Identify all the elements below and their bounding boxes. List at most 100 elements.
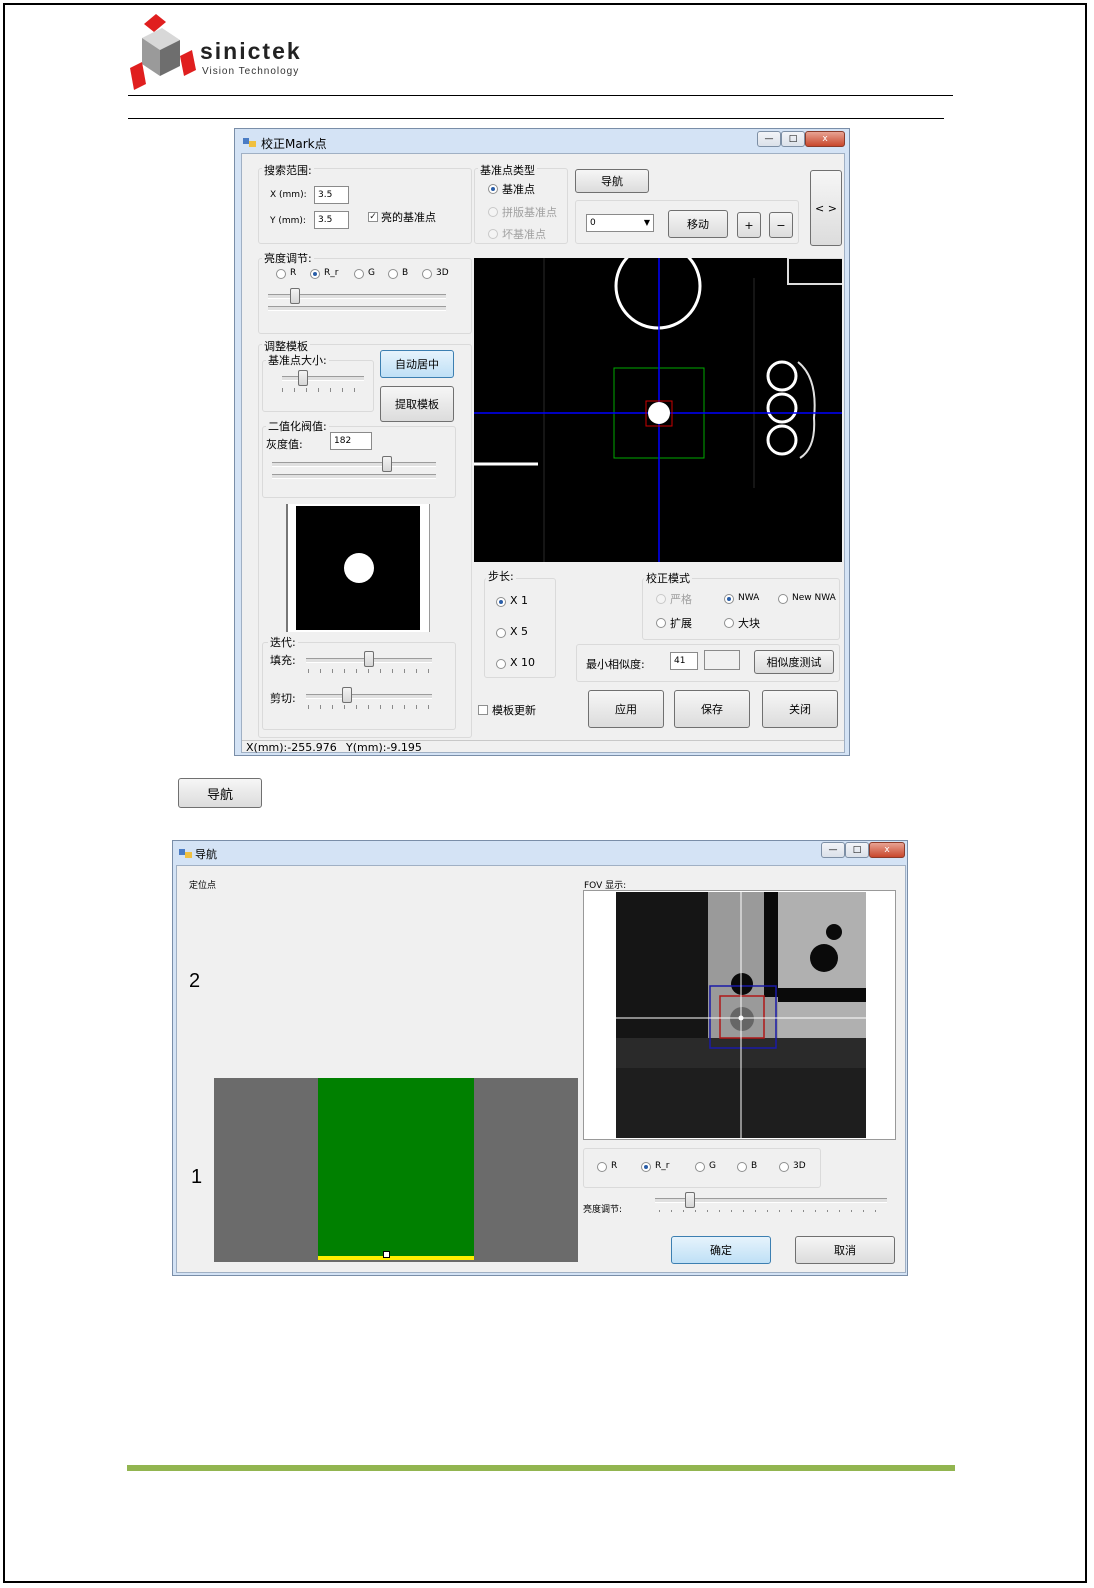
bright-fiducial-checkbox[interactable]: ✓ (368, 212, 378, 222)
calib-mode-radio-new-nwa[interactable] (778, 594, 788, 604)
board-map[interactable] (214, 1078, 578, 1262)
plus-button[interactable]: + (737, 212, 761, 238)
brightness-radio-3d[interactable] (422, 269, 432, 279)
fiducial-blob (344, 553, 374, 583)
fill-label: 填充: (270, 654, 296, 667)
fov-brightness-radio-3d[interactable] (779, 1162, 789, 1172)
brightness-radio-r[interactable] (276, 269, 286, 279)
gray-value-label: 灰度值: (266, 438, 303, 451)
marker-2: 2 (189, 970, 201, 992)
min-similarity-input[interactable]: 41 (670, 652, 698, 670)
minimize-button[interactable]: — (757, 131, 781, 147)
template-update-checkbox[interactable] (478, 705, 488, 715)
similarity-test-button[interactable]: 相似度测试 (754, 650, 834, 674)
brightness-radio-b[interactable] (388, 269, 398, 279)
bright-fiducial-label: 亮的基准点 (381, 211, 436, 224)
footer-rule (127, 1465, 955, 1471)
fiducial-size-slider-thumb[interactable] (298, 370, 308, 386)
fiducial-size-label: 基准点大小: (266, 352, 329, 368)
close-button[interactable]: 关闭 (762, 690, 838, 728)
apply-button[interactable]: 应用 (588, 690, 664, 728)
brightness-slider-thumb[interactable] (290, 288, 300, 304)
fiducial-type-radio-0[interactable] (488, 184, 498, 194)
extract-template-button[interactable]: 提取模板 (380, 386, 454, 422)
minimize-button[interactable]: — (821, 842, 845, 858)
ok-button[interactable]: 确定 (671, 1236, 771, 1264)
window-body: 定位点 2 1 FOV 显示: R R_r G B 3D 亮度调节: 确定 取消 (176, 865, 906, 1273)
brightness-radio-g[interactable] (354, 269, 364, 279)
status-x: X(mm):-255.976 (246, 741, 337, 754)
camera-view[interactable] (474, 258, 842, 562)
close-window-button[interactable]: x (805, 131, 845, 147)
calib-mode-radio-strict[interactable] (656, 594, 666, 604)
fov-brightness-radio-rr[interactable] (641, 1162, 651, 1172)
move-button[interactable]: 移动 (668, 210, 728, 238)
fov-brightness-option-rr: R_r (655, 1161, 670, 1171)
threshold-slider-track[interactable] (272, 462, 436, 467)
fov-brightness-radio-g[interactable] (695, 1162, 705, 1172)
brightness-option-r: R (290, 268, 297, 278)
fov-brightness-radio-r[interactable] (597, 1162, 607, 1172)
template-preview-frame (286, 504, 430, 632)
fiducial-size-slider-track[interactable] (282, 376, 364, 381)
maximize-button[interactable]: □ (845, 842, 869, 858)
window-body: 搜索范围: X (mm): 3.5 Y (mm): 3.5 ✓ 亮的基准点 基准… (241, 153, 845, 755)
nav-combo[interactable]: 0 ▼ (586, 214, 654, 232)
app-icon (243, 138, 256, 147)
x-range-input[interactable]: 3.5 (314, 186, 349, 204)
step-radio-x1[interactable] (496, 597, 506, 607)
expand-button[interactable]: < > (810, 170, 842, 246)
brightness-option-3d: 3D (436, 268, 449, 278)
fov-brightness-option-r: R (611, 1161, 618, 1171)
threshold-label: 二值化阀值: (266, 418, 329, 434)
calib-mode-radio-nwa[interactable] (724, 594, 734, 604)
fill-ticks (308, 669, 430, 673)
status-bar: X(mm):-255.976 Y(mm):-9.195 (242, 740, 844, 755)
fov-brightness-label: 亮度调节: (583, 1205, 623, 1215)
y-range-label: Y (mm): (270, 216, 306, 226)
maximize-button[interactable]: □ (781, 131, 805, 147)
threshold-slider-track-2 (272, 474, 436, 479)
calib-mode-label: 校正模式 (644, 570, 692, 586)
cut-slider-track[interactable] (306, 694, 432, 699)
fiducial-type-radio-2[interactable] (488, 229, 498, 239)
brightness-radio-rr[interactable] (310, 269, 320, 279)
fov-image (616, 892, 866, 1138)
step-radio-x5[interactable] (496, 628, 506, 638)
calib-mode-radio-large-block[interactable] (724, 618, 734, 628)
brightness-option-rr: R_r (324, 268, 339, 278)
gray-value-input[interactable]: 182 (330, 432, 372, 450)
fiducial-type-radio-1[interactable] (488, 207, 498, 217)
fiducial-type-option-0: 基准点 (502, 183, 535, 196)
cancel-button[interactable]: 取消 (795, 1236, 895, 1264)
fill-slider-thumb[interactable] (364, 651, 374, 667)
step-radio-x10[interactable] (496, 659, 506, 669)
y-range-input[interactable]: 3.5 (314, 211, 349, 229)
step-label: 步长: (486, 568, 516, 584)
brightness-option-b: B (402, 268, 409, 278)
navigation-window: 导航 — □ x 定位点 2 1 FOV 显示: R R_r G B 3D 亮度… (172, 840, 908, 1276)
logo-name: sinictek (200, 38, 302, 64)
camera-image (474, 258, 842, 562)
close-window-button[interactable]: x (869, 842, 905, 858)
navigate-caption-button[interactable]: 导航 (178, 778, 262, 808)
board-edge (318, 1256, 474, 1260)
minus-button[interactable]: − (769, 212, 793, 238)
board-area[interactable] (318, 1078, 474, 1258)
fov-brightness-radio-b[interactable] (737, 1162, 747, 1172)
fiducial-type-option-1: 拼版基准点 (502, 206, 557, 219)
iteration-label: 迭代: (268, 634, 298, 650)
nav-combo-value: 0 (590, 218, 596, 228)
step-option-x1: X 1 (510, 594, 529, 607)
calib-mode-radio-expand[interactable] (656, 618, 666, 628)
fov-brightness-slider-thumb[interactable] (685, 1192, 695, 1208)
cut-slider-thumb[interactable] (342, 687, 352, 703)
calibrate-mark-window: 校正Mark点 — □ x 搜索范围: X (mm): 3.5 Y (mm): … (234, 128, 850, 756)
threshold-slider-thumb[interactable] (382, 456, 392, 472)
similarity-result-box (704, 650, 740, 670)
auto-center-button[interactable]: 自动居中 (380, 350, 454, 378)
navigate-button[interactable]: 导航 (575, 169, 649, 193)
save-button[interactable]: 保存 (674, 690, 750, 728)
calib-mode-option-nwa: NWA (738, 593, 760, 603)
fov-display[interactable] (583, 890, 896, 1140)
